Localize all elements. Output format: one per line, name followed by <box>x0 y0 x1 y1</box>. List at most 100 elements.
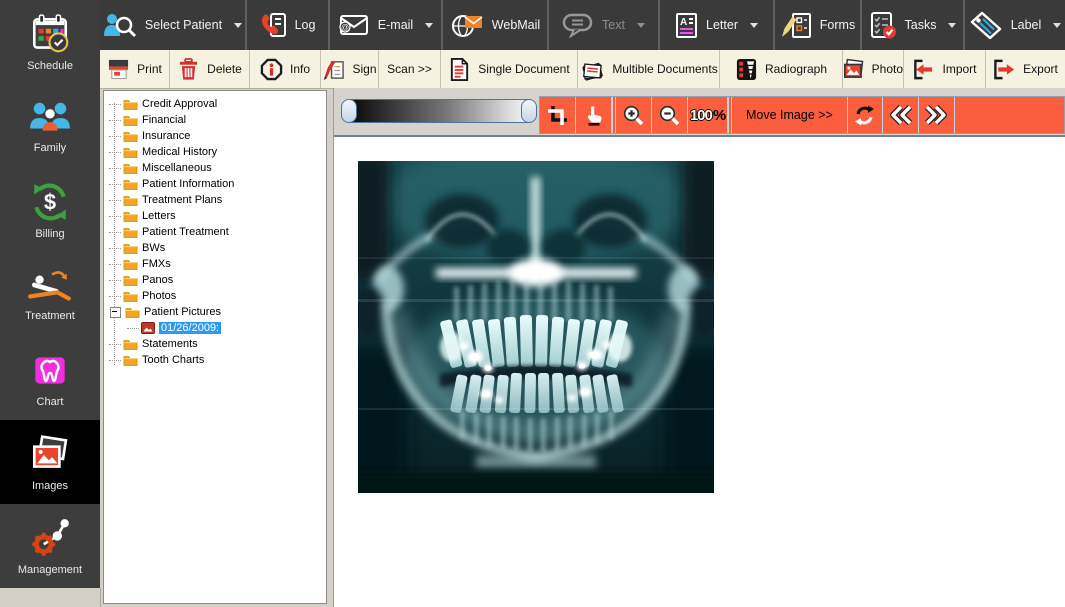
import-button[interactable]: Import <box>904 50 986 88</box>
label-button[interactable]: Label <box>965 0 1065 50</box>
button-label: Letter <box>706 18 738 32</box>
select-patient-button[interactable]: Select Patient <box>100 0 247 50</box>
image-canvas[interactable] <box>334 135 1065 607</box>
sidebar-item-management[interactable]: Management <box>0 504 100 588</box>
radiograph-button[interactable]: Radiograph <box>720 50 843 88</box>
redo-button[interactable] <box>919 97 955 133</box>
move-image-button[interactable]: Move Image >> <box>732 108 847 122</box>
undo-button[interactable] <box>883 97 919 133</box>
sidebar-item-treatment[interactable]: Treatment <box>0 252 100 336</box>
folder-icon <box>123 274 138 286</box>
print-button[interactable]: Print <box>100 50 170 88</box>
slider-thumb-left[interactable] <box>341 99 357 123</box>
tree-connector <box>127 328 139 329</box>
photo-icon <box>843 58 865 80</box>
brightness-slider[interactable] <box>341 99 537 123</box>
tree-item-folder[interactable]: BWs <box>104 240 326 256</box>
expander-minus-icon[interactable] <box>110 307 121 318</box>
single-document-icon <box>448 58 471 81</box>
task-checklist-icon <box>869 11 897 39</box>
delete-button[interactable]: Delete <box>170 50 250 88</box>
tree-item-folder[interactable]: Panos <box>104 272 326 288</box>
chevron-down-icon <box>750 23 758 28</box>
tree-item-folder[interactable]: Insurance <box>104 128 326 144</box>
tree-item-folder[interactable]: Financial <box>104 112 326 128</box>
tree-connector <box>109 200 121 201</box>
implant-radiograph-icon <box>735 58 758 81</box>
tree-item-label: FMXs <box>142 258 171 270</box>
crop-button[interactable] <box>540 97 576 133</box>
tree-connector <box>109 232 121 233</box>
tree-connector <box>109 152 121 153</box>
tree-item-folder[interactable]: Photos <box>104 288 326 304</box>
tree-connector <box>109 296 121 297</box>
tree-item-folder[interactable]: Statements <box>104 336 326 352</box>
tree-item-folder[interactable]: Patient Treatment <box>104 224 326 240</box>
log-button[interactable]: Log <box>247 0 330 50</box>
chevron-down-icon <box>1053 23 1061 28</box>
sidebar-item-label: Family <box>34 142 66 154</box>
sidebar-item-schedule[interactable]: Schedule <box>0 0 100 84</box>
sign-button[interactable]: Sign <box>321 50 379 88</box>
tree-item-folder[interactable]: Patient Information <box>104 176 326 192</box>
tree-item-folder[interactable]: Credit Approval <box>104 96 326 112</box>
multiple-documents-icon <box>579 58 605 81</box>
folder-icon <box>123 98 138 110</box>
sidebar-item-billing[interactable]: $ Billing <box>0 168 100 252</box>
tree-item-label: Patient Treatment <box>142 226 229 238</box>
folder-icon <box>123 178 138 190</box>
chevron-down-icon <box>637 23 645 28</box>
export-button[interactable]: Export <box>986 50 1065 88</box>
zoom-value: 100 <box>690 107 712 124</box>
viewer-chrome: 100 % Move Image >> <box>334 88 1065 135</box>
email-envelope-icon: @ <box>338 14 370 36</box>
tree-item-label: BWs <box>142 242 165 254</box>
tree-item-folder[interactable]: Medical History <box>104 144 326 160</box>
tree-item-folder-expanded[interactable]: Patient Pictures <box>104 304 326 320</box>
viewer-toolbar: 100 % Move Image >> <box>539 96 1065 134</box>
forms-button[interactable]: Forms <box>775 0 862 50</box>
zoom-level-button[interactable]: 100 % <box>688 97 728 133</box>
tree-connector <box>109 280 121 281</box>
refresh-rotate-button[interactable] <box>847 97 883 133</box>
zoom-in-button[interactable] <box>616 97 652 133</box>
zoom-unit: % <box>713 107 725 124</box>
sidebar: Schedule Family $ Billing Treatment <box>0 0 100 590</box>
multiple-documents-button[interactable]: Multible Documents <box>578 50 720 88</box>
tree-item-folder[interactable]: Treatment Plans <box>104 192 326 208</box>
folder-icon <box>123 114 138 126</box>
panoramic-xray-svg <box>358 161 714 493</box>
info-button[interactable]: Info <box>250 50 321 88</box>
single-document-button[interactable]: Single Document <box>441 50 578 88</box>
photo-button[interactable]: Photo <box>843 50 904 88</box>
export-arrow-icon <box>993 58 1016 81</box>
tree-item-image-selected[interactable]: 01/26/2009: <box>104 320 326 336</box>
tree-item-folder[interactable]: FMXs <box>104 256 326 272</box>
zoom-out-button[interactable] <box>652 97 688 133</box>
button-label: Import <box>942 62 976 76</box>
hand-pan-icon <box>583 105 604 126</box>
hand-pan-button[interactable] <box>576 97 612 133</box>
button-label: Log <box>295 18 316 32</box>
sidebar-item-family[interactable]: Family <box>0 84 100 168</box>
tree-item-label: Patient Pictures <box>144 306 221 318</box>
email-button[interactable]: @ E-mail <box>330 0 443 50</box>
sidebar-item-images[interactable]: Images <box>0 420 100 504</box>
tree-item-folder[interactable]: Miscellaneous <box>104 160 326 176</box>
tree-connector <box>109 120 121 121</box>
sidebar-item-chart[interactable]: Chart <box>0 336 100 420</box>
tree-connector <box>109 168 121 169</box>
tree-connector <box>109 264 121 265</box>
scan-button[interactable]: Scan >> <box>379 50 441 88</box>
xray-image[interactable] <box>358 161 714 493</box>
slider-thumb-right[interactable] <box>521 99 537 123</box>
tree-connector <box>109 344 121 345</box>
webmail-button[interactable]: WebMail <box>443 0 549 50</box>
text-button[interactable]: Text <box>549 0 660 50</box>
letter-button[interactable]: A Letter <box>660 0 775 50</box>
tree-item-folder[interactable]: Tooth Charts <box>104 352 326 368</box>
tasks-button[interactable]: Tasks <box>862 0 965 50</box>
tree-item-folder[interactable]: Letters <box>104 208 326 224</box>
tree-item-label: Patient Information <box>142 178 234 190</box>
dental-chair-icon <box>27 266 73 306</box>
